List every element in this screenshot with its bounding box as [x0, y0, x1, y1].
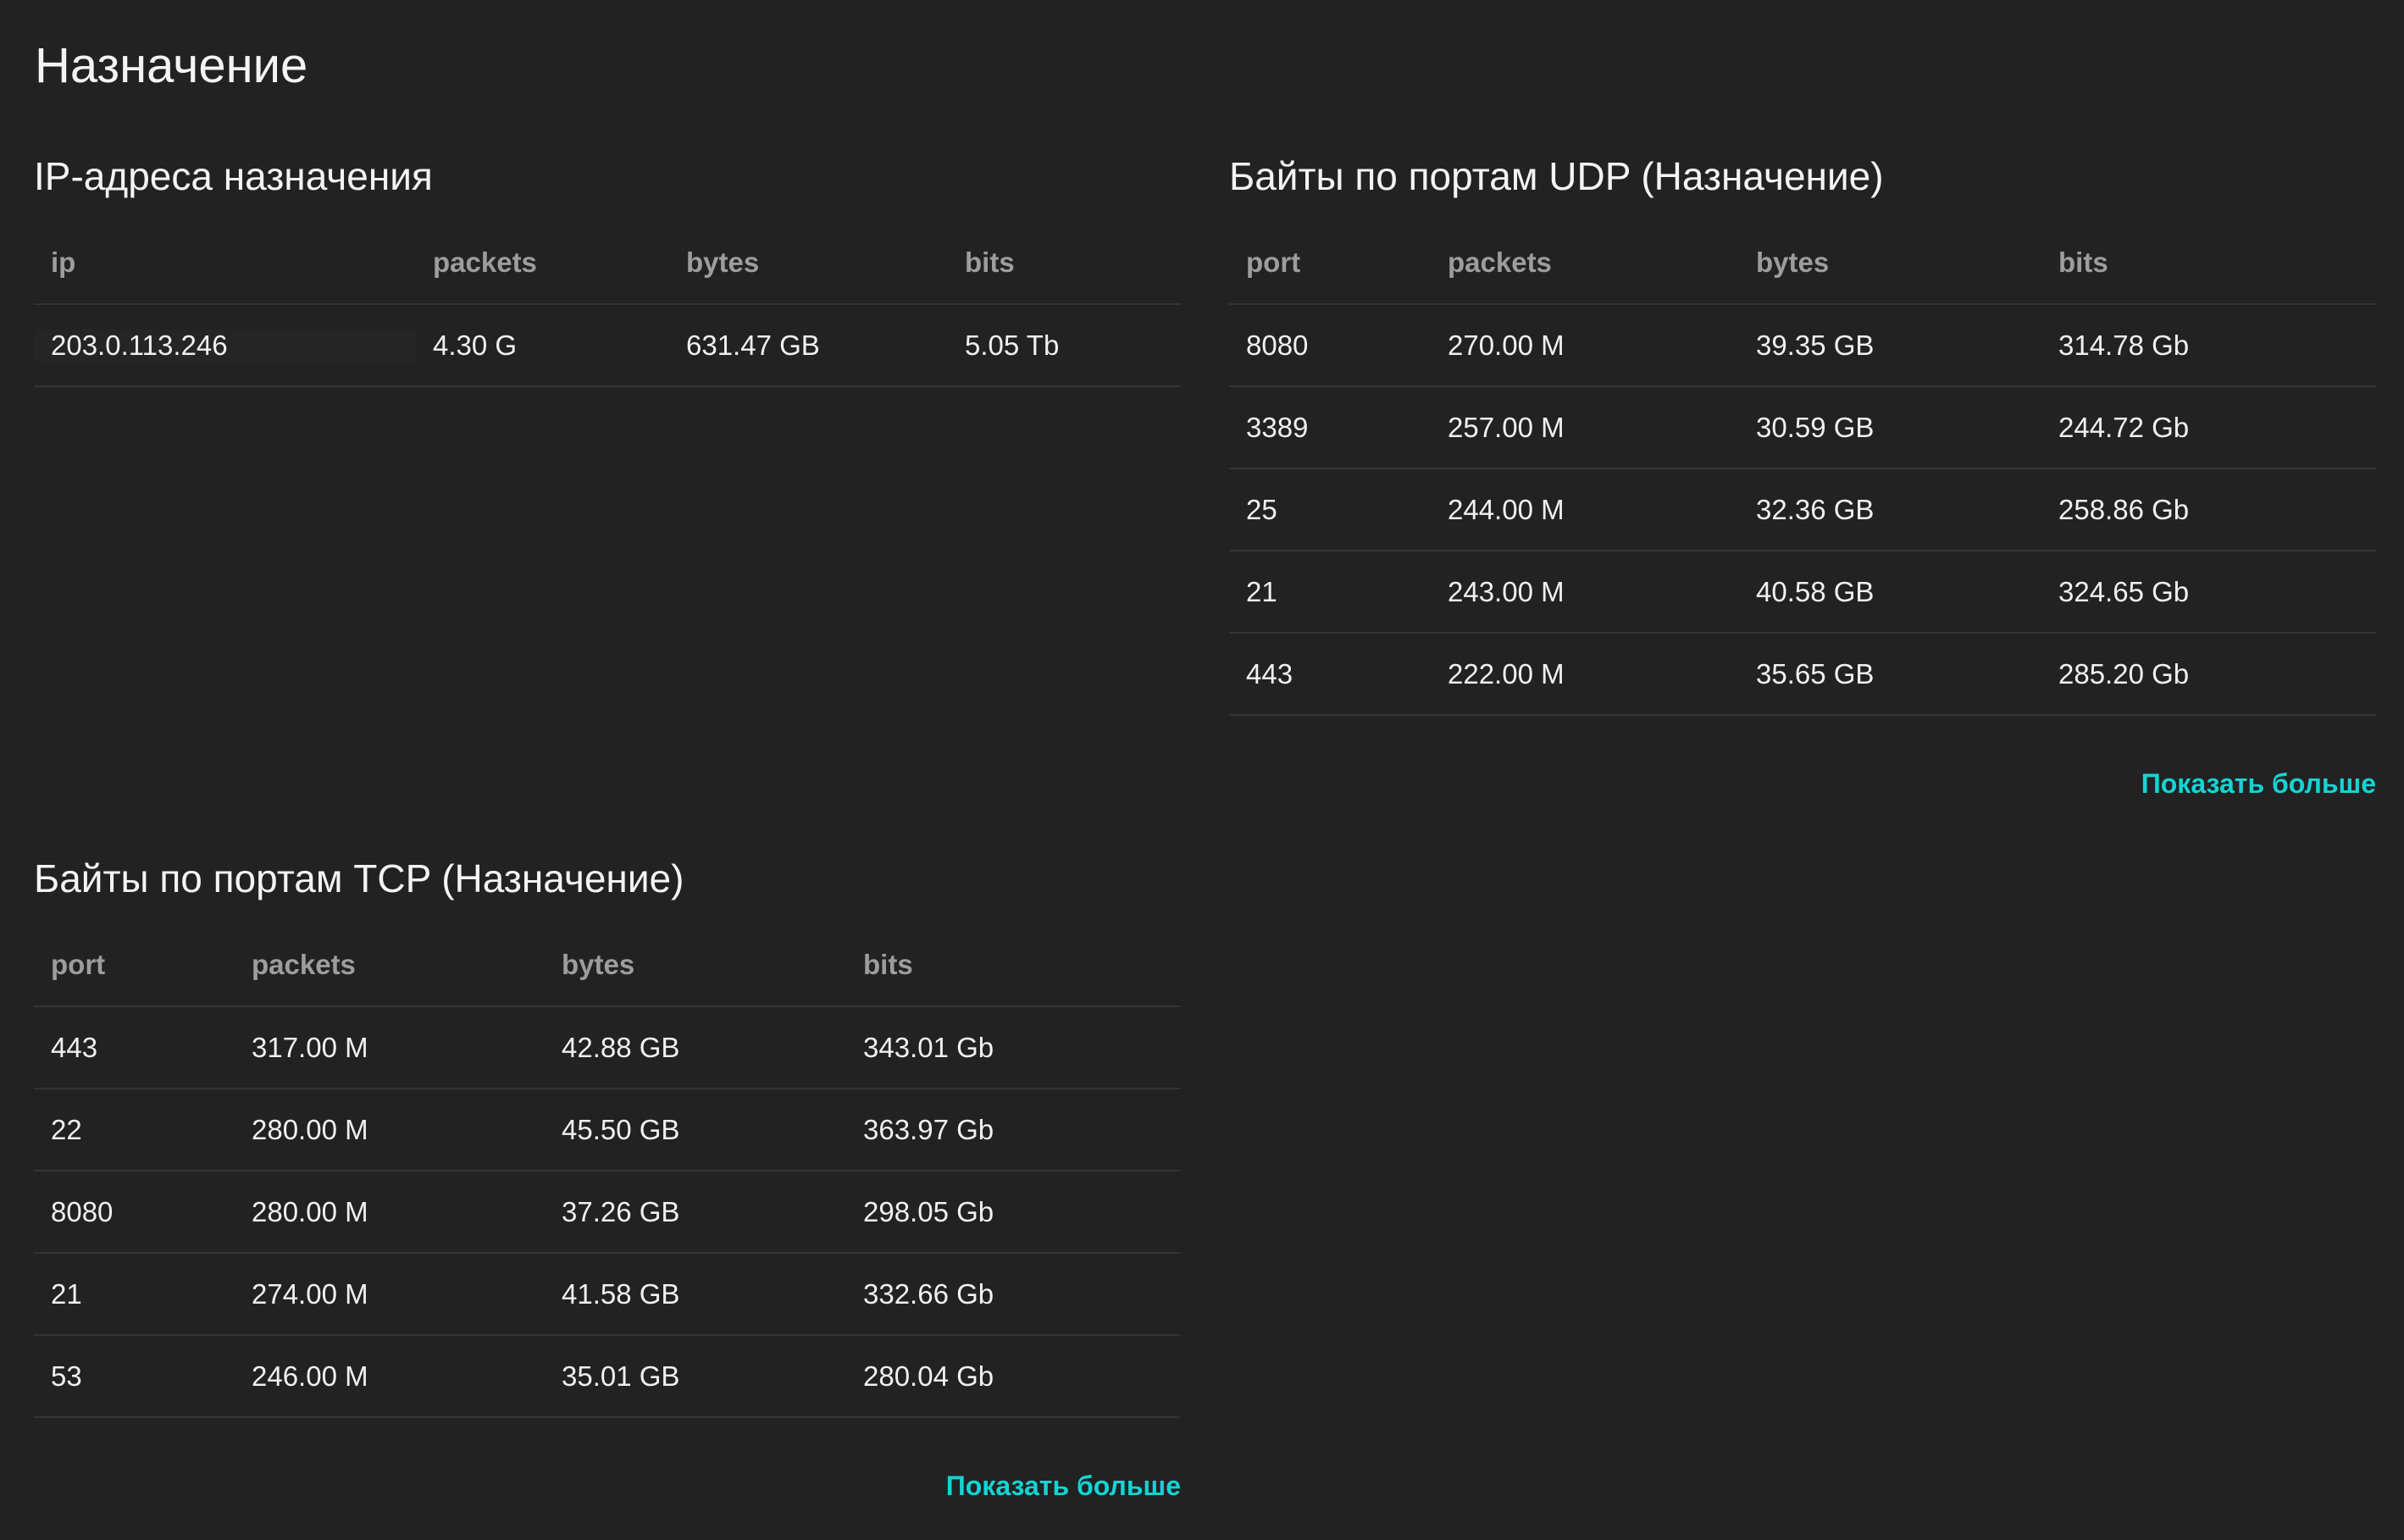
bytes-cell: 32.36 GB [1756, 493, 1875, 525]
table-row: 8080 280.00 M 37.26 GB 298.05 Gb [34, 1172, 1181, 1254]
table-row: 25 244.00 M 32.36 GB 258.86 Gb [1229, 469, 2376, 551]
table-row: 53 246.00 M 35.01 GB 280.04 Gb [34, 1336, 1181, 1418]
column-header-bits: bits [2058, 247, 2108, 278]
bits-cell: 343.01 Gb [863, 1031, 994, 1063]
tcp-table: port packets bytes bits 443 317.00 M 42.… [34, 924, 1181, 1418]
page-title: Назначение [35, 38, 308, 93]
bits-cell: 298.05 Gb [863, 1195, 994, 1227]
packets-cell: 222.00 M [1448, 657, 1565, 690]
bits-cell: 363.97 Gb [863, 1113, 994, 1145]
packets-cell: 243.00 M [1448, 575, 1565, 607]
packets-cell: 280.00 M [252, 1113, 368, 1145]
tcp-panel-title: Байты по портам TCP (Назначение) [34, 856, 684, 900]
table-row: 21 274.00 M 41.58 GB 332.66 Gb [34, 1254, 1181, 1336]
bytes-cell: 42.88 GB [562, 1031, 680, 1063]
packets-cell: 244.00 M [1448, 493, 1565, 525]
table-header-row: ip packets bytes bits [34, 222, 1181, 305]
port-cell: 21 [51, 1277, 82, 1310]
bytes-cell: 30.59 GB [1756, 411, 1875, 443]
packets-cell: 4.30 G [433, 329, 518, 361]
udp-ports-panel: Байты по портам UDP (Назначение) port pa… [1229, 149, 2376, 802]
packets-cell: 246.00 M [252, 1360, 368, 1392]
packets-cell: 317.00 M [252, 1031, 368, 1063]
table-row: 21 243.00 M 40.58 GB 324.65 Gb [1229, 551, 2376, 634]
tcp-ports-panel: Байты по портам TCP (Назначение) port pa… [34, 851, 1181, 1504]
ip-address-cell[interactable]: 203.0.113.246 [34, 329, 416, 362]
table-header-row: port packets bytes bits [1229, 222, 2376, 305]
port-cell: 53 [51, 1360, 82, 1392]
column-header-bytes: bytes [686, 247, 760, 278]
column-header-packets: packets [252, 949, 356, 980]
column-header-port: port [51, 949, 106, 980]
bytes-cell: 631.47 GB [686, 329, 820, 361]
bits-cell: 324.65 Gb [2058, 575, 2190, 607]
bytes-cell: 39.35 GB [1756, 329, 1875, 361]
show-more-button[interactable]: Показать больше [1229, 765, 2376, 802]
bits-cell: 285.20 Gb [2058, 657, 2190, 690]
table-header-row: port packets bytes bits [34, 924, 1181, 1007]
bits-cell: 332.66 Gb [863, 1277, 994, 1310]
udp-table-body: 8080 270.00 M 39.35 GB 314.78 Gb 3389 25… [1229, 305, 2376, 716]
bytes-cell: 45.50 GB [562, 1113, 680, 1145]
udp-table: port packets bytes bits 8080 270.00 M 39… [1229, 222, 2376, 716]
column-header-packets: packets [1448, 247, 1552, 278]
ip-destinations-panel: IP-адреса назначения ip packets bytes bi… [34, 149, 1181, 387]
udp-panel-title: Байты по портам UDP (Назначение) [1229, 154, 1884, 198]
column-header-port: port [1246, 247, 1301, 278]
packets-cell: 280.00 M [252, 1195, 368, 1227]
port-cell: 8080 [51, 1195, 114, 1227]
table-row: 22 280.00 M 45.50 GB 363.97 Gb [34, 1089, 1181, 1172]
port-cell: 443 [51, 1031, 98, 1063]
port-cell: 25 [1246, 493, 1277, 525]
bytes-cell: 41.58 GB [562, 1277, 680, 1310]
column-header-bytes: bytes [1756, 247, 1830, 278]
ip-panel-title: IP-адреса назначения [34, 154, 433, 198]
bytes-cell: 35.01 GB [562, 1360, 680, 1392]
bytes-cell: 37.26 GB [562, 1195, 680, 1227]
packets-cell: 274.00 M [252, 1277, 368, 1310]
column-header-bits: bits [965, 247, 1015, 278]
table-row: 8080 270.00 M 39.35 GB 314.78 Gb [1229, 305, 2376, 387]
column-header-packets: packets [433, 247, 537, 278]
bits-cell: 5.05 Tb [965, 329, 1060, 361]
table-row: 203.0.113.246 4.30 G 631.47 GB 5.05 Tb [34, 305, 1181, 387]
show-more-button[interactable]: Показать больше [34, 1467, 1181, 1504]
bits-cell: 280.04 Gb [863, 1360, 994, 1392]
column-header-ip: ip [51, 247, 76, 278]
bits-cell: 258.86 Gb [2058, 493, 2190, 525]
port-cell: 22 [51, 1113, 82, 1145]
bytes-cell: 40.58 GB [1756, 575, 1875, 607]
column-header-bytes: bytes [562, 949, 635, 980]
column-header-bits: bits [863, 949, 913, 980]
ip-table: ip packets bytes bits 203.0.113.246 4.30… [34, 222, 1181, 387]
bits-cell: 244.72 Gb [2058, 411, 2190, 443]
tcp-table-body: 443 317.00 M 42.88 GB 343.01 Gb 22 280.0… [34, 1007, 1181, 1418]
packets-cell: 257.00 M [1448, 411, 1565, 443]
port-cell: 21 [1246, 575, 1277, 607]
port-cell: 3389 [1246, 411, 1309, 443]
table-row: 443 222.00 M 35.65 GB 285.20 Gb [1229, 634, 2376, 716]
table-row: 3389 257.00 M 30.59 GB 244.72 Gb [1229, 387, 2376, 469]
packets-cell: 270.00 M [1448, 329, 1565, 361]
port-cell: 443 [1246, 657, 1293, 690]
port-cell: 8080 [1246, 329, 1309, 361]
table-row: 443 317.00 M 42.88 GB 343.01 Gb [34, 1007, 1181, 1089]
bytes-cell: 35.65 GB [1756, 657, 1875, 690]
bits-cell: 314.78 Gb [2058, 329, 2190, 361]
